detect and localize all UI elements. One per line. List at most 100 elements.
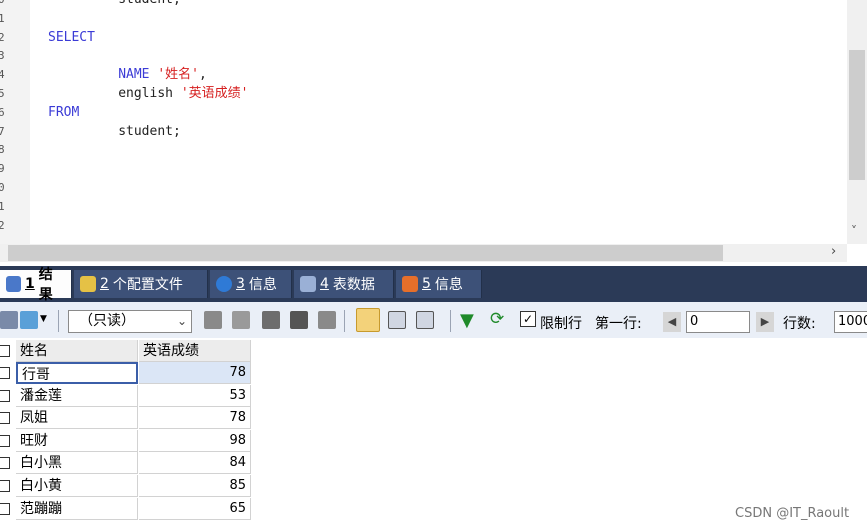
sql-keyword: SELECT — [48, 29, 95, 45]
first-row-label: 第一行: — [595, 316, 642, 332]
code-line[interactable]: student; — [118, 0, 181, 9]
cell-english-score[interactable]: 53 — [139, 384, 251, 407]
toolbar-separator — [450, 310, 451, 332]
table-row[interactable]: 潘金莲 53 — [0, 384, 252, 407]
cell-name[interactable]: 白小黑 — [16, 452, 138, 475]
rows-input[interactable]: 1000 — [834, 311, 867, 333]
row-checkbox[interactable] — [0, 367, 10, 379]
cell-english-score[interactable]: 65 — [139, 497, 251, 520]
cell-english-score[interactable]: 78 — [139, 407, 251, 430]
cell-english-score[interactable]: 98 — [139, 429, 251, 452]
tab-info-2[interactable]: 5 信息 — [396, 270, 482, 298]
first-row-input[interactable]: 0 — [686, 311, 750, 333]
row-checkbox[interactable] — [0, 434, 10, 447]
line-number: 8 — [0, 143, 5, 157]
column-header-name[interactable]: 姓名 — [16, 340, 138, 362]
rows-label: 行数: — [783, 316, 816, 332]
code-line[interactable]: FROM — [48, 103, 79, 122]
cell-name[interactable]: 行哥 — [16, 362, 138, 384]
row-checkbox[interactable] — [0, 389, 10, 402]
vertical-scroll-thumb[interactable] — [849, 50, 865, 180]
cell-name[interactable]: 潘金莲 — [16, 384, 138, 407]
line-number: 5 — [0, 87, 5, 100]
add-row-icon[interactable] — [204, 311, 222, 329]
cell-english-score[interactable]: 85 — [139, 475, 251, 497]
cell-name[interactable]: 凤姐 — [16, 407, 138, 430]
cell-name[interactable]: 白小黄 — [16, 475, 138, 497]
line-number: 7 — [0, 124, 5, 138]
sql-text: english — [118, 86, 181, 101]
scroll-right-icon[interactable]: › — [831, 244, 836, 259]
cell-english-score[interactable]: 84 — [139, 452, 251, 475]
code-line[interactable]: english '英语成绩' — [118, 84, 248, 103]
tab-result[interactable]: 1 结果 — [0, 267, 72, 303]
grid-icon — [6, 276, 21, 292]
table-row[interactable]: 范蹦蹦 65 — [0, 497, 252, 520]
row-checkbox[interactable] — [0, 412, 10, 425]
sql-keyword: NAME — [118, 67, 150, 83]
cell-name[interactable]: 旺财 — [16, 429, 138, 452]
readonly-select[interactable]: （只读） ⌄ — [68, 310, 192, 333]
cell-english-score[interactable]: 78 — [139, 362, 251, 384]
sql-text: student; — [118, 0, 181, 7]
line-number: 0 — [0, 181, 5, 194]
sql-text: student; — [118, 123, 181, 139]
result-tab-bar: 1 结果 2 个配置文件 3 信息 4 表数据 5 信息 — [0, 266, 867, 303]
filter-icon[interactable]: ▼ — [460, 310, 474, 331]
delete-icon[interactable] — [290, 311, 308, 329]
line-number: 2 — [0, 30, 5, 44]
grid-view-icon[interactable] — [0, 311, 18, 329]
table-row[interactable]: 行哥 78 — [0, 362, 252, 384]
sql-string: '姓名' — [157, 67, 199, 83]
code-line[interactable]: SELECT — [48, 28, 95, 47]
limit-rows-label: 限制行 — [540, 316, 582, 332]
row-checkbox[interactable] — [0, 502, 10, 515]
info-multi-icon — [402, 276, 418, 292]
info-icon — [216, 276, 232, 292]
row-checkbox[interactable] — [0, 457, 10, 470]
column-header-english[interactable]: 英语成绩 — [139, 340, 251, 362]
tab-profile[interactable]: 2 个配置文件 — [74, 270, 208, 298]
line-number: 1 — [0, 11, 5, 25]
refresh-icon[interactable]: ⟳ — [490, 309, 504, 329]
watermark: CSDN @IT_Raoult — [735, 506, 850, 521]
horizontal-scroll-thumb[interactable] — [8, 245, 723, 261]
cancel-changes-icon[interactable] — [318, 311, 336, 329]
toolbar-separator — [344, 310, 345, 332]
sql-keyword: FROM — [48, 104, 80, 120]
export-icon[interactable] — [20, 311, 38, 329]
next-page-icon[interactable]: ▶ — [756, 312, 774, 332]
limit-rows-checkbox[interactable]: ✓ — [520, 311, 536, 327]
code-line[interactable]: NAME '姓名', — [118, 65, 207, 84]
line-number-gutter: 0 1 2 3 4 5 6 7 8 9 0 1 2 — [0, 0, 30, 244]
prev-page-icon[interactable]: ◀ — [663, 312, 681, 332]
cell-name[interactable]: 范蹦蹦 — [16, 497, 138, 520]
row-checkbox[interactable] — [0, 480, 10, 492]
horizontal-scrollbar[interactable]: › — [0, 244, 847, 262]
grid-mode-icon[interactable] — [356, 308, 380, 332]
line-number: 4 — [0, 68, 5, 82]
line-number: 1 — [0, 199, 5, 213]
table-row[interactable]: 凤姐 78 — [0, 407, 252, 430]
duplicate-row-icon[interactable] — [232, 311, 250, 329]
table-row[interactable]: 白小黄 85 — [0, 475, 252, 497]
sql-editor[interactable]: 0123456789012 student;SELECTNAME '姓名',en… — [0, 0, 867, 262]
tab-info[interactable]: 3 信息 — [210, 270, 292, 298]
line-number: 9 — [0, 162, 5, 176]
form-mode-icon[interactable] — [388, 311, 406, 329]
dropdown-arrow-icon[interactable]: ▼ — [40, 314, 47, 324]
table-row[interactable]: 旺财 98 — [0, 429, 252, 452]
scroll-down-icon[interactable]: ˅ — [851, 224, 857, 238]
vertical-scrollbar[interactable]: ˅ — [847, 0, 867, 244]
chevron-down-icon: ⌄ — [176, 314, 187, 328]
code-line[interactable]: student; — [118, 122, 181, 141]
text-mode-icon[interactable] — [416, 311, 434, 329]
table-row[interactable]: 白小黑 84 — [0, 452, 252, 475]
save-icon[interactable] — [262, 311, 280, 329]
select-all-checkbox[interactable] — [0, 345, 10, 357]
line-number: 3 — [0, 49, 5, 63]
table-icon — [300, 276, 316, 292]
line-number: 6 — [0, 105, 5, 119]
line-number: 2 — [0, 218, 5, 232]
tab-table-data[interactable]: 4 表数据 — [294, 270, 394, 298]
